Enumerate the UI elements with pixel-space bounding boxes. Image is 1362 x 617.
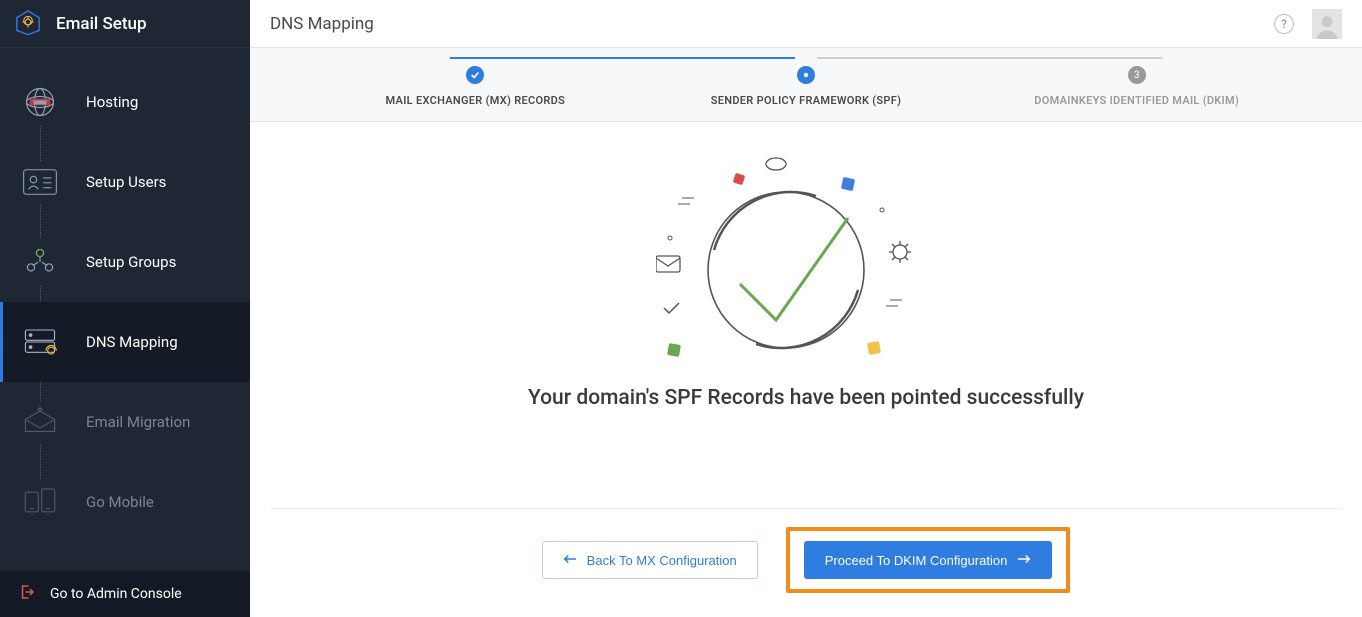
- sidebar-item-setup-users[interactable]: Setup Users: [0, 142, 250, 222]
- sidebar: Email Setup WWW Hosting: [0, 0, 250, 617]
- dns-server-icon: [14, 320, 66, 364]
- success-message: Your domain's SPF Records have been poin…: [528, 386, 1084, 410]
- stepper: MAIL EXCHANGER (MX) RECORDS SENDER POLIC…: [250, 48, 1362, 122]
- main-header: DNS Mapping ?: [250, 0, 1362, 48]
- globe-hosting-icon: WWW: [14, 78, 66, 126]
- step-dot-current: [797, 66, 815, 84]
- email-setup-logo-icon: [14, 8, 42, 40]
- sidebar-title: Email Setup: [56, 14, 147, 34]
- proceed-button-label: Proceed To DKIM Configuration: [825, 553, 1008, 568]
- back-button[interactable]: Back To MX Configuration: [542, 541, 758, 579]
- sidebar-item-email-migration[interactable]: Email Migration: [0, 382, 250, 462]
- back-button-label: Back To MX Configuration: [587, 553, 737, 568]
- groups-icon: [14, 238, 66, 286]
- sidebar-item-label: Go Mobile: [86, 493, 154, 511]
- main: DNS Mapping ? MAIL EXCHANGER (MX) RECORD…: [250, 0, 1362, 617]
- sidebar-item-label: Email Migration: [86, 413, 190, 431]
- check-icon: [466, 66, 484, 84]
- page-title: DNS Mapping: [270, 14, 374, 34]
- avatar[interactable]: [1312, 9, 1342, 39]
- step-dkim[interactable]: 3 DOMAINKEYS IDENTIFIED MAIL (DKIM): [971, 66, 1302, 107]
- sidebar-item-label: Setup Users: [86, 173, 166, 191]
- success-illustration: [656, 152, 956, 372]
- arrow-right-icon: [1017, 553, 1031, 568]
- step-line-1: [450, 57, 795, 59]
- sidebar-item-setup-groups[interactable]: Setup Groups: [0, 222, 250, 302]
- sidebar-item-label: Hosting: [86, 93, 138, 111]
- header-actions: ?: [1274, 9, 1342, 39]
- sidebar-nav: WWW Hosting Setup Users: [0, 48, 250, 571]
- step-mx[interactable]: MAIL EXCHANGER (MX) RECORDS: [310, 66, 641, 107]
- step-label: DOMAINKEYS IDENTIFIED MAIL (DKIM): [1034, 94, 1239, 107]
- user-card-icon: [14, 161, 66, 203]
- step-label: MAIL EXCHANGER (MX) RECORDS: [386, 94, 566, 107]
- step-spf[interactable]: SENDER POLICY FRAMEWORK (SPF): [641, 66, 972, 107]
- proceed-button[interactable]: Proceed To DKIM Configuration: [804, 541, 1053, 579]
- help-icon[interactable]: ?: [1274, 14, 1294, 34]
- sidebar-item-dns-mapping[interactable]: DNS Mapping: [0, 302, 250, 382]
- sidebar-item-go-mobile[interactable]: Go Mobile: [0, 462, 250, 542]
- content: Your domain's SPF Records have been poin…: [250, 122, 1362, 617]
- sidebar-footer-admin-console[interactable]: Go to Admin Console: [0, 571, 250, 617]
- button-row: Back To MX Configuration Proceed To DKIM…: [270, 508, 1342, 617]
- highlight-box: Proceed To DKIM Configuration: [786, 527, 1071, 593]
- svg-text:WWW: WWW: [34, 100, 47, 105]
- step-label: SENDER POLICY FRAMEWORK (SPF): [711, 94, 902, 107]
- mobile-devices-icon: [14, 480, 66, 524]
- sidebar-item-hosting[interactable]: WWW Hosting: [0, 62, 250, 142]
- sidebar-header: Email Setup: [0, 0, 250, 48]
- step-dot-pending: 3: [1128, 66, 1146, 84]
- exit-icon: [18, 583, 36, 605]
- arrow-left-icon: [563, 553, 577, 568]
- migration-icon: [14, 401, 66, 443]
- sidebar-footer-label: Go to Admin Console: [50, 586, 182, 602]
- sidebar-item-label: Setup Groups: [86, 253, 176, 271]
- step-line-2: [817, 57, 1162, 59]
- sidebar-item-label: DNS Mapping: [86, 333, 178, 351]
